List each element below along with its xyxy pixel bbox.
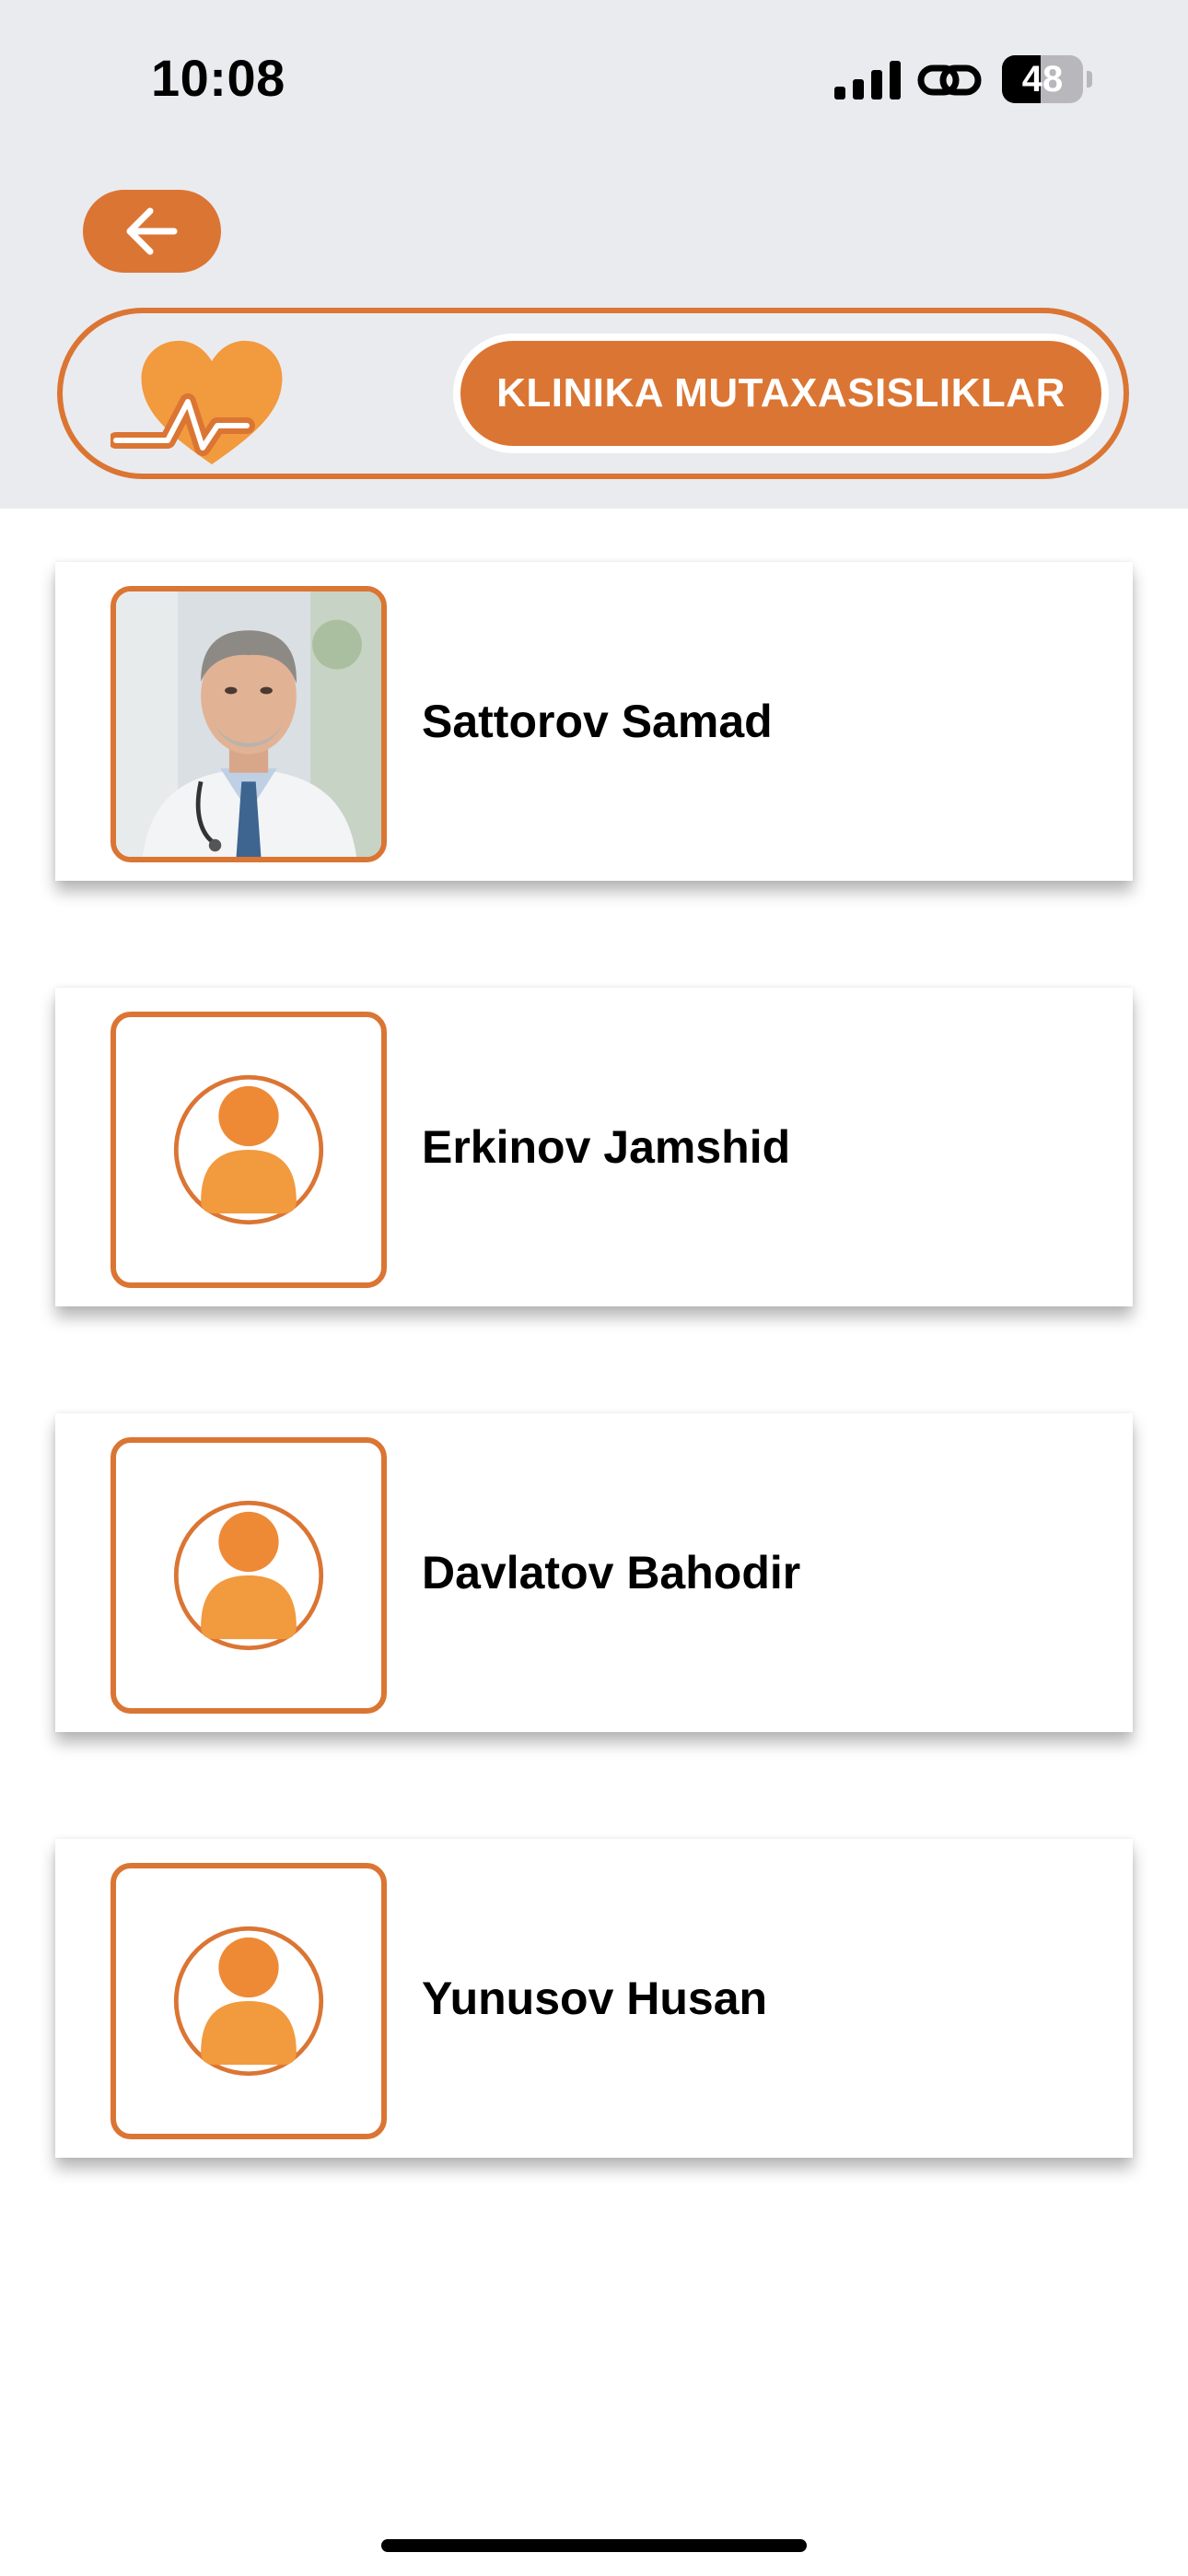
specialties-header: KLINIKA MUTAXASISLIKLAR	[57, 308, 1129, 479]
heart-pulse-icon	[111, 340, 283, 464]
doctor-card[interactable]: Davlatov Bahodir	[55, 1413, 1133, 1732]
arrow-left-icon	[126, 207, 178, 255]
doctor-card[interactable]: Yunusov Husan	[55, 1839, 1133, 2158]
header-area: 10:08 48 KLINIKA MUTAXASISLIKLAR	[0, 0, 1188, 509]
link-icon	[917, 64, 982, 96]
signal-icon	[834, 61, 901, 100]
user-placeholder-icon	[173, 1500, 324, 1651]
user-placeholder-icon	[173, 1074, 324, 1225]
specialties-title[interactable]: KLINIKA MUTAXASISLIKLAR	[453, 334, 1109, 453]
avatar	[111, 1437, 387, 1714]
doctor-photo	[111, 586, 387, 862]
doctor-name: Erkinov Jamshid	[422, 1121, 791, 1173]
doctor-name: Davlatov Bahodir	[422, 1547, 801, 1598]
status-time: 10:08	[151, 49, 285, 107]
avatar	[111, 1863, 387, 2139]
battery-icon: 48	[1002, 55, 1094, 103]
home-indicator[interactable]	[381, 2539, 807, 2552]
doctor-card[interactable]: Erkinov Jamshid	[55, 988, 1133, 1306]
doctor-name: Sattorov Samad	[422, 696, 773, 747]
back-button[interactable]	[83, 190, 221, 273]
doctor-name: Yunusov Husan	[422, 1973, 768, 2024]
battery-percentage: 48	[1021, 59, 1064, 100]
avatar	[111, 1012, 387, 1288]
user-placeholder-icon	[173, 1926, 324, 2077]
doctor-card[interactable]: Sattorov Samad	[55, 562, 1133, 881]
